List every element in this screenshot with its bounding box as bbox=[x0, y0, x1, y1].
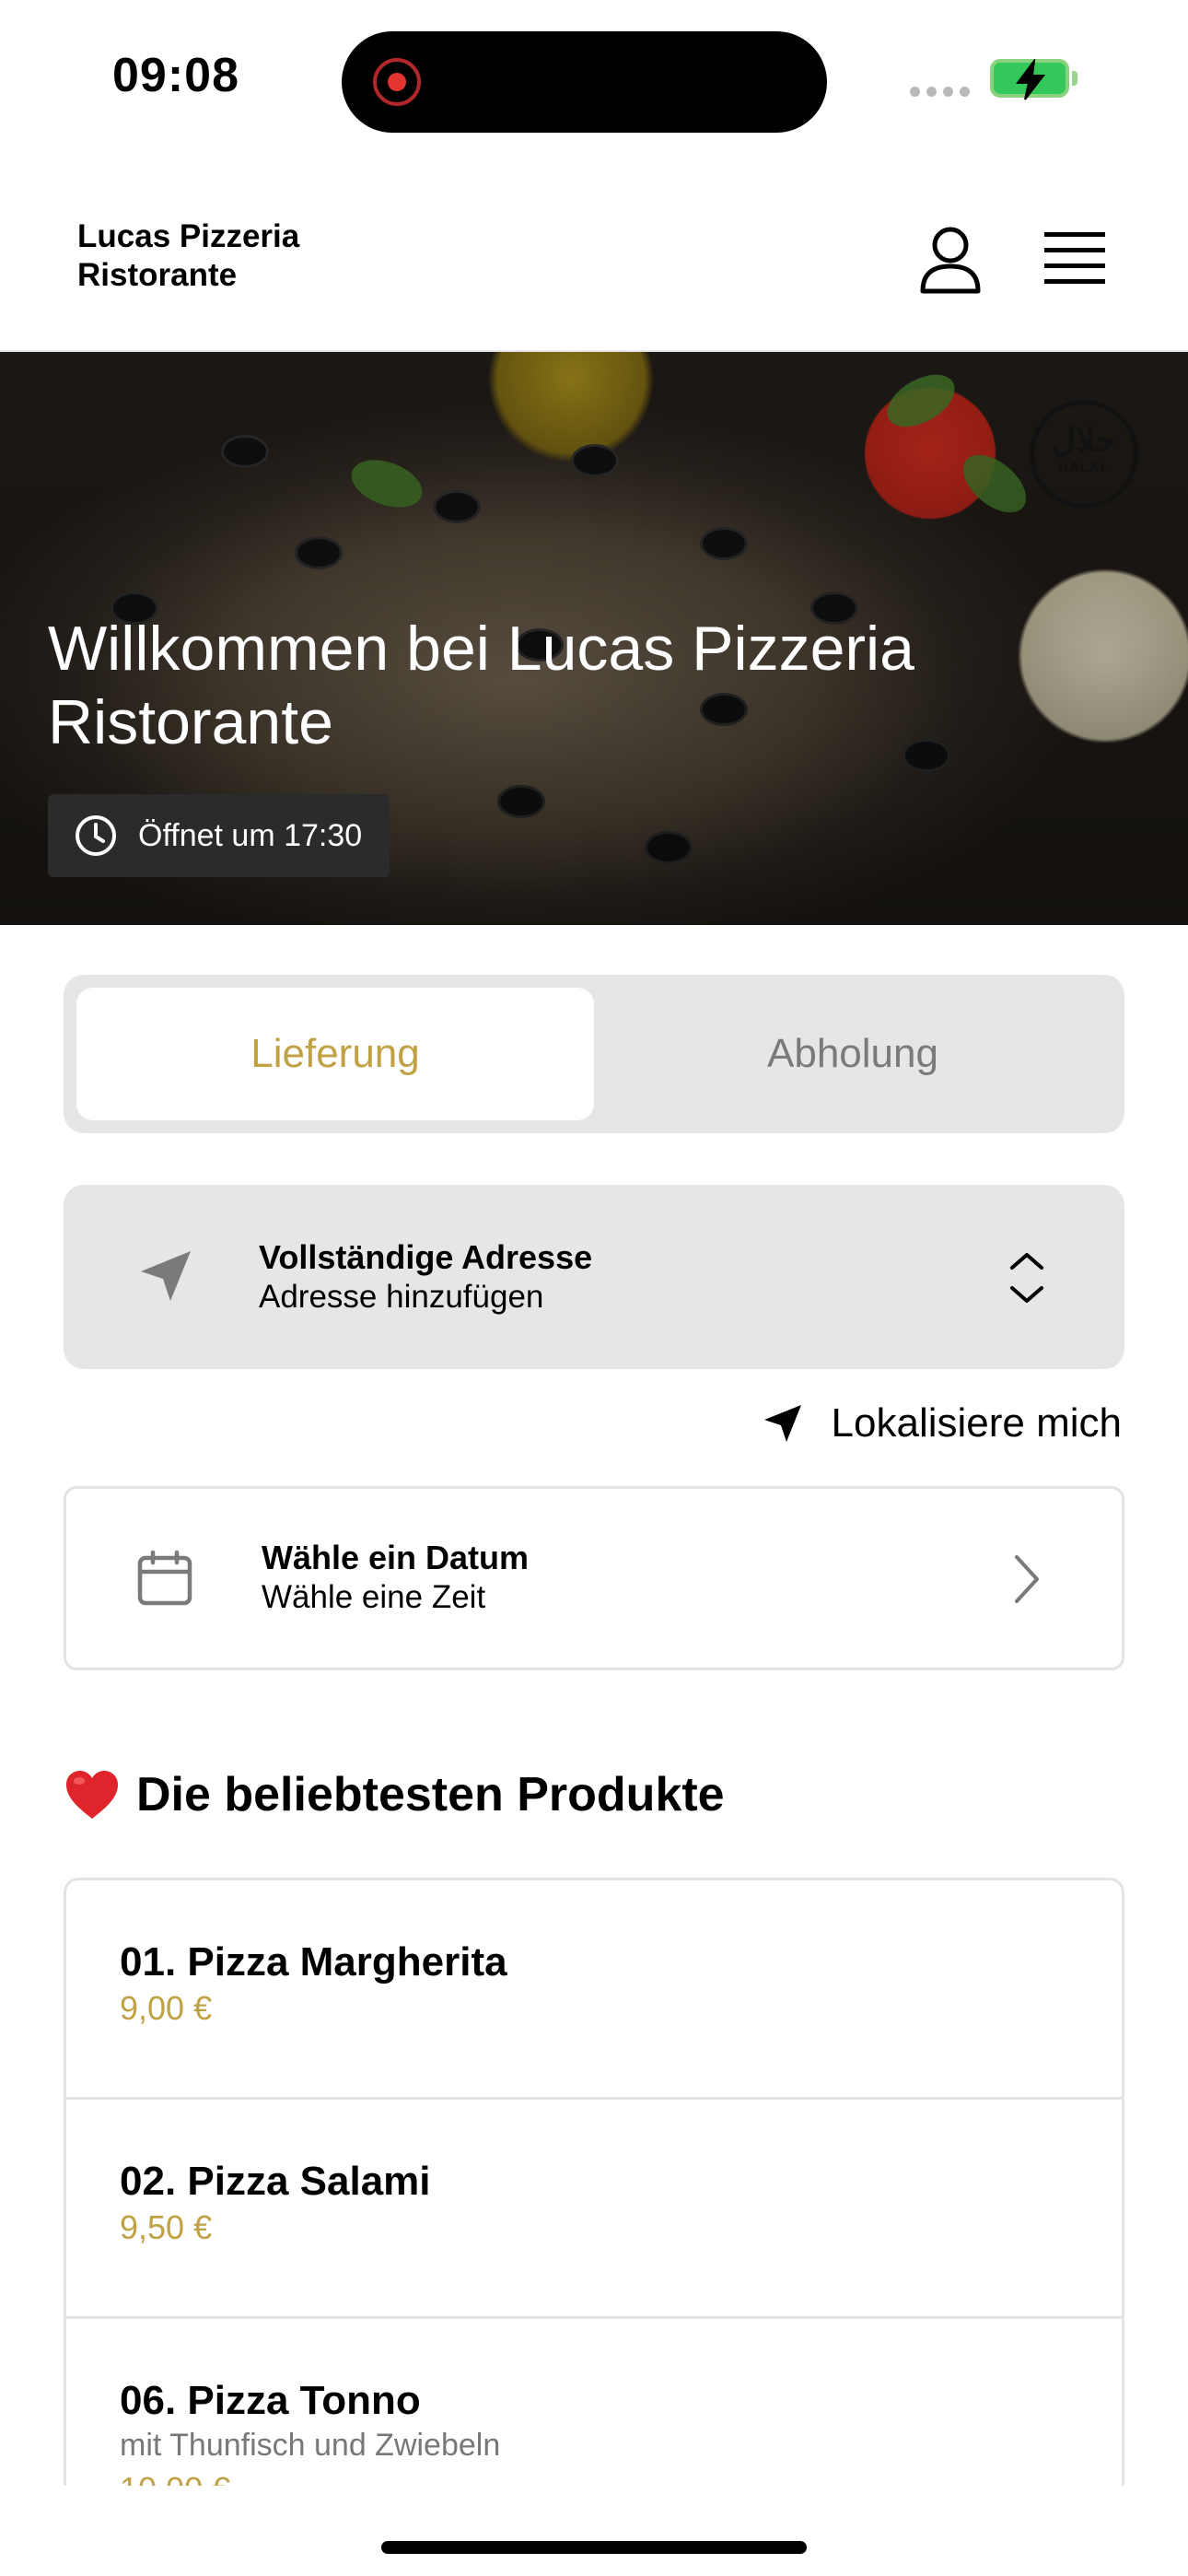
halal-badge: حلال HALAL bbox=[1030, 400, 1138, 509]
locate-me-label: Lokalisiere mich bbox=[831, 1400, 1122, 1446]
product-item[interactable]: 02. Pizza Salami 9,50 € bbox=[66, 2100, 1122, 2319]
product-list: 01. Pizza Margherita 9,00 € 02. Pizza Sa… bbox=[64, 1878, 1124, 2486]
clock-icon bbox=[76, 815, 116, 856]
locate-me-button[interactable]: Lokalisiere mich bbox=[762, 1400, 1122, 1446]
location-arrow-icon bbox=[141, 1251, 191, 1301]
calendar-icon bbox=[137, 1550, 192, 1606]
hamburger-menu-icon[interactable] bbox=[1044, 232, 1105, 284]
recording-indicator-icon bbox=[373, 58, 421, 106]
product-price: 9,50 € bbox=[120, 2208, 213, 2246]
address-subtitle: Adresse hinzufügen bbox=[259, 1279, 544, 1315]
product-price: 10,00 € bbox=[120, 2470, 230, 2486]
welcome-heading: Willkommen bei Lucas Pizzeria Ristorante bbox=[48, 614, 914, 757]
chevron-right-icon bbox=[1015, 1555, 1039, 1603]
opening-time-badge: Öffnet um 17:30 bbox=[48, 794, 390, 877]
brand-name[interactable]: Lucas Pizzeria Ristorante bbox=[77, 217, 390, 295]
product-name: 01. Pizza Margherita bbox=[120, 1939, 507, 1985]
product-name: 06. Pizza Tonno bbox=[120, 2378, 421, 2423]
product-name: 02. Pizza Salami bbox=[120, 2159, 431, 2204]
battery-nub bbox=[1072, 71, 1077, 86]
user-icon[interactable] bbox=[917, 225, 984, 295]
product-description: mit Thunfisch und Zwiebeln bbox=[120, 2428, 501, 2463]
signal-icon bbox=[910, 85, 976, 101]
tab-delivery[interactable]: Lieferung bbox=[76, 988, 594, 1120]
status-bar: 09:08 bbox=[0, 0, 1188, 157]
address-title: Vollständige Adresse bbox=[259, 1238, 593, 1276]
product-price: 9,00 € bbox=[120, 1989, 213, 2027]
popular-products-heading: Die beliebtesten Produkte bbox=[64, 1767, 725, 1822]
product-item[interactable]: 06. Pizza Tonno mit Thunfisch und Zwiebe… bbox=[66, 2319, 1122, 2486]
time-subtitle: Wähle eine Zeit bbox=[262, 1579, 486, 1615]
product-item[interactable]: 01. Pizza Margherita 9,00 € bbox=[66, 1880, 1122, 2100]
navigation-arrow-icon bbox=[763, 1405, 801, 1442]
order-mode-toggle: Lieferung Abholung bbox=[64, 975, 1124, 1133]
heart-icon bbox=[66, 1771, 118, 1819]
battery-charging-icon bbox=[990, 59, 1069, 100]
status-time: 09:08 bbox=[112, 49, 239, 102]
address-selector[interactable]: Vollständige Adresse Adresse hinzufügen bbox=[64, 1185, 1124, 1369]
chevron-up-down-icon bbox=[1010, 1253, 1043, 1303]
date-title: Wähle ein Datum bbox=[262, 1539, 530, 1576]
opening-time-text: Öffnet um 17:30 bbox=[138, 817, 363, 853]
dynamic-island bbox=[342, 31, 827, 133]
date-time-selector[interactable]: Wähle ein Datum Wähle eine Zeit bbox=[64, 1486, 1124, 1670]
popular-products-title: Die beliebtesten Produkte bbox=[136, 1768, 725, 1821]
tab-pickup[interactable]: Abholung bbox=[594, 988, 1112, 1120]
home-indicator[interactable] bbox=[381, 2541, 807, 2554]
